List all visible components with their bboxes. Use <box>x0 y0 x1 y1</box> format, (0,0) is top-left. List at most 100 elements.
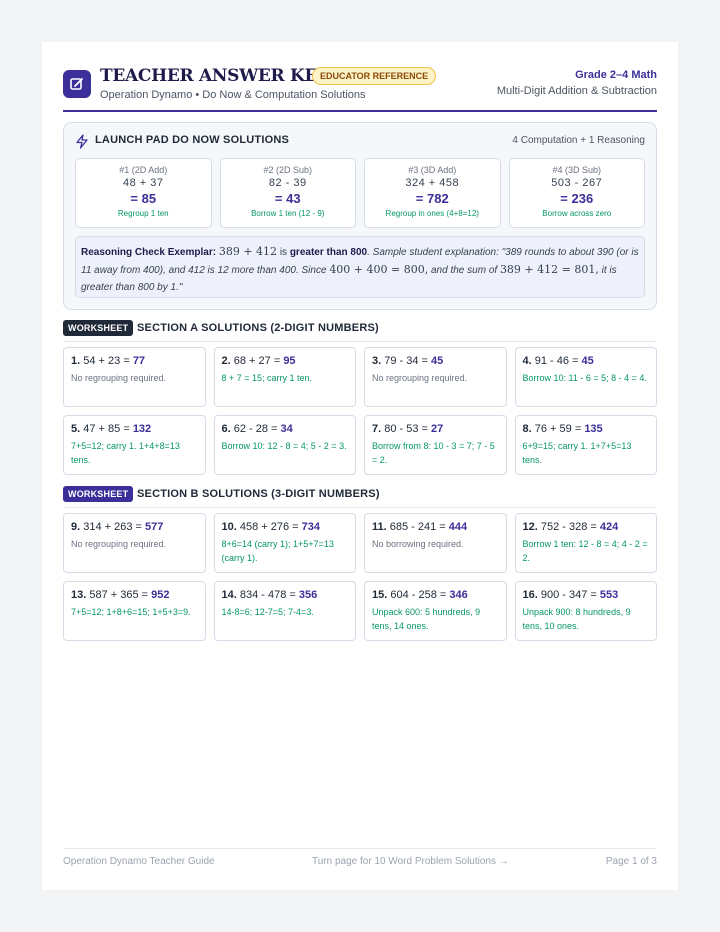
solution-card: 2. 68 + 27 = 95 8 + 7 = 15; carry 1 ten. <box>213 347 356 407</box>
solution-question: 10. 458 + 276 = 734 <box>222 521 349 533</box>
problem-number: 4. <box>522 355 532 367</box>
problem-answer: 424 <box>599 521 619 533</box>
problem-answer: 132 <box>132 423 152 435</box>
solution-question: 4. 91 - 46 = 45 <box>523 355 650 367</box>
problem-number: 8. <box>522 423 532 435</box>
solution-question: 8. 76 + 59 = 135 <box>523 423 650 435</box>
problem-answer: 135 <box>584 423 603 435</box>
problem-expression: 68 + 27 = <box>233 355 281 367</box>
problem-answer: 45 <box>581 355 594 367</box>
problem-answer: = 43 <box>274 191 301 206</box>
solution-note: No regrouping required. <box>71 539 167 549</box>
reasoning-math: 400 + 400 = 800, <box>329 263 429 276</box>
section-b-title: SECTION B SOLUTIONS (3-DIGIT NUMBERS) <box>137 488 380 500</box>
reasoning-math: 389 + 412 <box>218 245 278 258</box>
problem-label: #3 (3D Add) <box>408 165 457 175</box>
solution-question: 7. 80 - 53 = 27 <box>372 423 499 435</box>
solution-question: 12. 752 - 328 = 424 <box>523 521 650 533</box>
worksheet-tag: WORKSHEET <box>63 486 134 502</box>
edit-square-icon <box>63 70 91 98</box>
problem-expression: 47 + 85 = <box>83 423 130 435</box>
solution-note: 7+5=12; carry 1. 1+4+8=13 tens. <box>71 441 180 465</box>
solution-note: No borrowing required. <box>372 539 464 549</box>
problem-expression: 80 - 53 = <box>384 423 428 435</box>
problem-note: Regroup in ones (4+8=12) <box>385 209 479 218</box>
solution-question: 13. 587 + 365 = 952 <box>71 589 198 601</box>
launch-pad-count: 4 Computation + 1 Reasoning <box>512 135 645 146</box>
reasoning-claim: greater than 800 <box>289 247 368 258</box>
problem-expression: 48 + 37 <box>122 177 164 189</box>
problem-number: 16. <box>522 589 538 601</box>
footer-guide-name: Operation Dynamo Teacher Guide <box>63 856 215 867</box>
solution-card: 6. 62 - 28 = 34 Borrow 10: 12 - 8 = 4; 5 … <box>213 415 356 475</box>
launch-pad-header: LAUNCH PAD DO NOW SOLUTIONS 4 Computatio… <box>75 133 645 151</box>
problem-answer: 444 <box>448 521 468 533</box>
section-b-grid: 9. 314 + 263 = 577 No regrouping required… <box>63 513 657 641</box>
solution-card: 7. 80 - 53 = 27 Borrow from 8: 10 - 3 = 7… <box>364 415 507 475</box>
answer-key-page: TEACHER ANSWER KEY EDUCATOR REFERENCE Op… <box>42 42 678 890</box>
launch-pad-title: LAUNCH PAD DO NOW SOLUTIONS <box>95 134 290 146</box>
solution-card: 3. 79 - 34 = 45 No regrouping required. <box>364 347 507 407</box>
problem-answer: 553 <box>599 589 619 601</box>
problem-answer: 95 <box>283 355 296 367</box>
problem-label: #4 (3D Sub) <box>552 165 602 175</box>
footer-page-number: Page 1 of 3 <box>605 856 657 867</box>
problem-expression: 685 - 241 = <box>389 521 446 533</box>
solution-question: 1. 54 + 23 = 77 <box>71 355 198 367</box>
solution-card: 14. 834 - 478 = 356 14-8=6; 12-7=5; 7-4=3… <box>213 581 356 641</box>
solution-question: 6. 62 - 28 = 34 <box>222 423 349 435</box>
solution-question: 16. 900 - 347 = 553 <box>523 589 650 601</box>
problem-label: #1 (2D Add) <box>119 165 168 175</box>
solution-question: 3. 79 - 34 = 45 <box>372 355 499 367</box>
problem-answer: 577 <box>145 521 164 533</box>
problem-expression: 76 + 59 = <box>534 423 582 435</box>
solution-card: 5. 47 + 85 = 132 7+5=12; carry 1. 1+4+8=1… <box>63 415 206 475</box>
solution-card: 8. 76 + 59 = 135 6+9=15; carry 1. 1+7+5=1… <box>514 415 657 475</box>
problem-expression: 62 - 28 = <box>233 423 278 435</box>
problem-number: 12. <box>522 521 538 533</box>
problem-number: 5. <box>71 423 81 435</box>
problem-number: 13. <box>71 589 87 601</box>
problem-label: #2 (2D Sub) <box>263 165 313 175</box>
problem-expression: 752 - 328 = <box>540 521 597 533</box>
problem-number: 6. <box>221 423 231 435</box>
solution-note: No regrouping required. <box>372 373 468 383</box>
lightning-icon <box>75 134 89 154</box>
reasoning-exemplar: Reasoning Check Exemplar: 389 + 412 is g… <box>75 236 645 298</box>
problem-note: Borrow 1 ten (12 - 9) <box>251 209 325 218</box>
problem-number: 1. <box>71 355 81 367</box>
solution-note: Borrow 10: 11 - 6 = 5; 8 - 4 = 4. <box>522 373 647 383</box>
solution-card: 1. 54 + 23 = 77 No regrouping required. <box>63 347 206 407</box>
page-subtitle: Operation Dynamo • Do Now & Computation … <box>100 89 366 101</box>
do-now-problems: #1 (2D Add) 48 + 37 = 85 Regroup 1 ten #… <box>75 158 645 228</box>
problem-number: 3. <box>372 355 382 367</box>
solution-card: 11. 685 - 241 = 444 No borrowing required… <box>364 513 507 573</box>
solution-question: 14. 834 - 478 = 356 <box>222 589 349 601</box>
solution-note: 6+9=15; carry 1. 1+7+5=13 tens. <box>522 441 632 465</box>
solution-card: 10. 458 + 276 = 734 8+6=14 (carry 1); 1+5… <box>213 513 356 573</box>
problem-expression: 458 + 276 = <box>239 521 299 533</box>
problem-number: 15. <box>372 589 388 601</box>
problem-expression: 604 - 258 = <box>390 589 447 601</box>
solution-question: 9. 314 + 263 = 577 <box>71 521 198 533</box>
section-a-title: SECTION A SOLUTIONS (2-DIGIT NUMBERS) <box>137 322 379 334</box>
problem-expression: 900 - 347 = <box>540 589 597 601</box>
problem-answer: 952 <box>151 589 170 601</box>
problem-answer: 45 <box>431 355 444 367</box>
solution-note: Unpack 600: 5 hundreds, 9 tens, 14 ones. <box>372 607 481 631</box>
problem-expression: 91 - 46 = <box>534 355 579 367</box>
problem-number: 14. <box>221 589 237 601</box>
problem-number: 2. <box>221 355 231 367</box>
problem-number: 7. <box>372 423 382 435</box>
section-a-header: WORKSHEET SECTION A SOLUTIONS (2-DIGIT N… <box>63 320 657 342</box>
footer-next-page-hint: Turn page for 10 Word Problem Solutions … <box>312 856 509 867</box>
page-title: TEACHER ANSWER KEY <box>100 66 329 86</box>
problem-answer: = 782 <box>415 191 449 206</box>
problem-number: 9. <box>71 521 81 533</box>
section-a-grid: 1. 54 + 23 = 77 No regrouping required. 2.… <box>63 347 657 475</box>
page-footer: Operation Dynamo Teacher Guide Turn page… <box>63 848 657 878</box>
problem-expression: 82 - 39 <box>268 177 307 189</box>
solution-note: Borrow from 8: 10 - 3 = 7; 7 - 5 = 2. <box>372 441 495 465</box>
do-now-card: #1 (2D Add) 48 + 37 = 85 Regroup 1 ten <box>75 158 212 228</box>
problem-answer: 27 <box>431 423 444 435</box>
